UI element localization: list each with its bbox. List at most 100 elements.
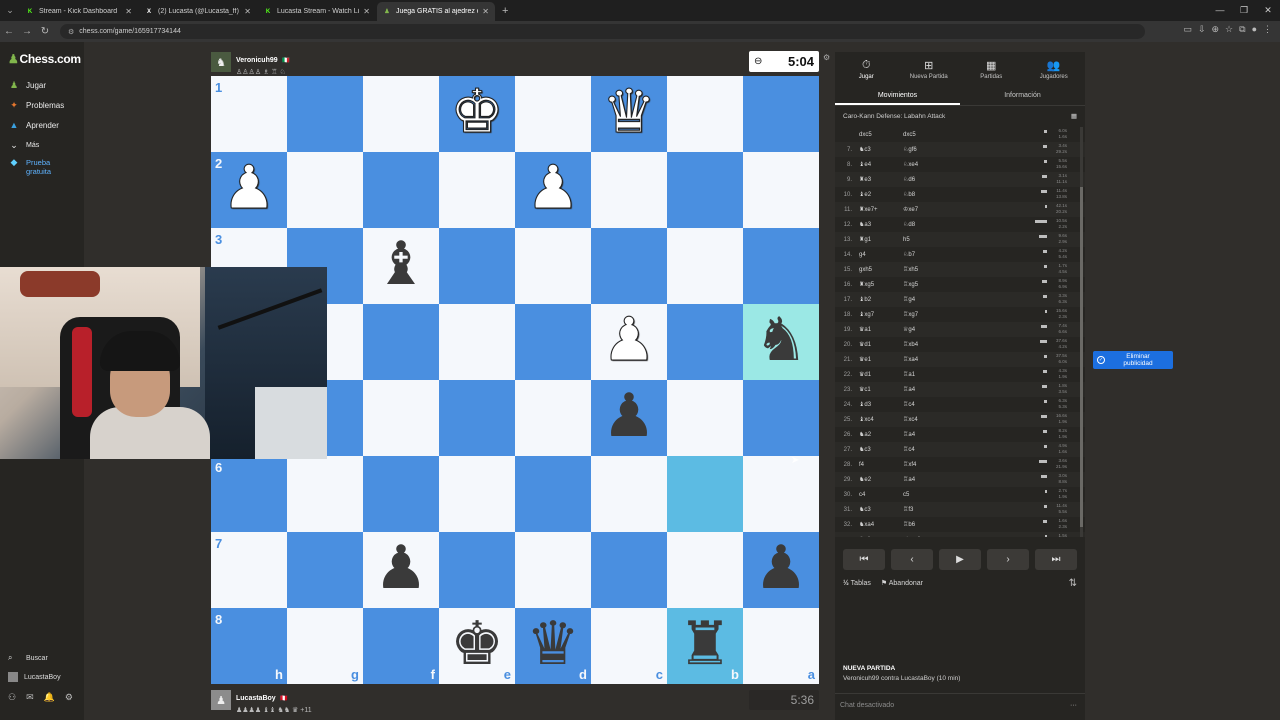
board-square[interactable] <box>515 76 591 152</box>
black-move[interactable]: ♖xg5 <box>899 281 943 288</box>
white-piece[interactable]: ♛ <box>602 82 657 143</box>
black-move[interactable]: ♖a4 <box>899 386 943 393</box>
board-square[interactable]: ♟ <box>743 532 819 608</box>
sidebar-item-aprender[interactable]: ▲ Aprender <box>8 120 59 130</box>
white-move[interactable]: ♛d1 <box>855 371 899 378</box>
board-square[interactable] <box>515 456 591 532</box>
white-move[interactable]: gxh5 <box>855 267 899 273</box>
install-icon[interactable]: ⇩ <box>1198 24 1206 35</box>
black-move[interactable]: ♖xa4 <box>899 356 943 363</box>
sidebar-item-trial[interactable]: ◆ Prueba gratuita <box>8 158 78 177</box>
board-square[interactable]: c <box>591 608 667 684</box>
resign-button[interactable]: ⚑ Abandonar <box>881 579 923 587</box>
black-move[interactable]: ♖xc4 <box>899 416 943 423</box>
board-square[interactable]: 8h <box>211 608 287 684</box>
black-move[interactable]: c5 <box>899 492 943 498</box>
board-square[interactable] <box>287 456 363 532</box>
board-square[interactable] <box>363 380 439 456</box>
white-move[interactable]: ♛e1 <box>855 356 899 363</box>
white-move[interactable]: ♜g1 <box>855 236 899 243</box>
more-options-icon[interactable]: ··· <box>1070 694 1077 718</box>
black-move[interactable]: h5 <box>899 237 943 243</box>
minimize-icon[interactable]: — <box>1208 0 1232 21</box>
black-move[interactable]: ♖b6 <box>899 521 943 528</box>
board-square[interactable]: ♟ <box>363 532 439 608</box>
black-piece[interactable]: ♟ <box>374 538 428 598</box>
black-move[interactable]: ♘d6 <box>899 176 943 183</box>
board-square[interactable] <box>363 152 439 228</box>
board-square[interactable]: ♚ <box>439 76 515 152</box>
board-square[interactable] <box>667 456 743 532</box>
close-tab-icon[interactable]: ✕ <box>363 7 370 16</box>
browser-tab[interactable]: X (2) Lucasta (@Lucasta_ff) / X ✕ <box>139 2 257 21</box>
white-piece[interactable]: ♟ <box>526 158 581 219</box>
panel-tab[interactable]: ⊞ Nueva Partida <box>898 52 961 86</box>
black-move[interactable]: ♖g4 <box>899 296 943 303</box>
flip-board-icon[interactable]: ⇅ <box>1069 578 1077 589</box>
menu-icon[interactable]: ⋮ <box>1263 24 1272 35</box>
white-move[interactable]: ♜xg5 <box>855 281 899 288</box>
sidebar-user[interactable]: LucastaBoy <box>8 672 61 682</box>
panel-tab[interactable]: ⏱ Jugar <box>835 52 898 86</box>
white-move[interactable]: ♞c3 <box>855 506 899 513</box>
black-move[interactable]: ♘d8 <box>899 221 943 228</box>
board-square[interactable] <box>743 76 819 152</box>
tab-movimientos[interactable]: Movimientos <box>835 86 960 105</box>
black-piece[interactable]: ♜ <box>678 614 732 674</box>
zoom-icon[interactable]: ⊕ <box>1212 24 1220 35</box>
bookmark-icon[interactable]: ☆ <box>1225 24 1233 35</box>
first-move-button[interactable]: ⏮ <box>843 549 885 570</box>
white-move[interactable]: ♝b2 <box>855 296 899 303</box>
white-move[interactable]: dxc5 <box>855 132 899 138</box>
board-square[interactable] <box>667 228 743 304</box>
board-square[interactable] <box>667 76 743 152</box>
profile-icon[interactable]: ● <box>1252 24 1257 35</box>
white-move[interactable]: ♞xa4 <box>855 521 899 528</box>
board-square[interactable] <box>515 532 591 608</box>
board-square[interactable]: ♛ <box>591 76 667 152</box>
black-piece[interactable]: ♝ <box>374 234 428 294</box>
panel-tab[interactable]: ▦ Partidas <box>960 52 1023 86</box>
board-square[interactable] <box>515 304 591 380</box>
board-square[interactable] <box>667 304 743 380</box>
close-tab-icon[interactable]: ✕ <box>125 7 132 16</box>
board-square[interactable]: 7 <box>211 532 287 608</box>
tab-informacion[interactable]: Información <box>960 86 1085 105</box>
board-square[interactable]: f <box>363 608 439 684</box>
board-square[interactable] <box>515 228 591 304</box>
board-square[interactable] <box>439 304 515 380</box>
black-piece[interactable]: ♛ <box>526 614 580 674</box>
url-input[interactable]: ⚙ chess.com/game/165917734144 <box>60 24 1145 39</box>
sidebar-item-problemas[interactable]: ✦ Problemas <box>8 100 64 111</box>
black-piece[interactable]: ♚ <box>450 614 504 674</box>
black-move[interactable]: ♖f3 <box>899 506 943 513</box>
black-move[interactable]: ♖c4 <box>899 446 943 453</box>
white-move[interactable]: ♛d1 <box>855 341 899 348</box>
board-square[interactable] <box>743 380 819 456</box>
close-window-icon[interactable]: ✕ <box>1256 0 1280 21</box>
board-square[interactable]: d ♛ <box>515 608 591 684</box>
move-list-scrollbar[interactable] <box>1080 127 1083 537</box>
black-move[interactable]: ♘gf6 <box>899 146 943 153</box>
board-square[interactable] <box>287 532 363 608</box>
browser-tab[interactable]: ♟Juega GRATIS al ajedrez online✕ <box>377 2 495 21</box>
sidebar-search[interactable]: ⌕ Buscar <box>8 653 48 663</box>
black-move[interactable]: ♘b7 <box>899 251 943 258</box>
white-piece[interactable]: ♚ <box>450 82 505 143</box>
white-move[interactable]: g4 <box>855 252 899 258</box>
black-move[interactable]: ♘b8 <box>899 191 943 198</box>
forward-icon[interactable]: → <box>18 26 36 37</box>
board-square[interactable] <box>439 532 515 608</box>
notifications-icon[interactable]: 🔔 <box>44 692 55 703</box>
board-square[interactable] <box>743 228 819 304</box>
black-move[interactable]: dxc5 <box>899 132 943 138</box>
offer-draw-button[interactable]: ½ Tablas <box>843 580 871 587</box>
board-square[interactable]: ♟ <box>591 380 667 456</box>
black-move[interactable]: ♖c4 <box>899 401 943 408</box>
board-square[interactable] <box>287 152 363 228</box>
white-move[interactable]: ♝xg7 <box>855 311 899 318</box>
white-move[interactable]: ♞e2 <box>855 476 899 483</box>
settings-icon[interactable]: ⚙ <box>65 692 73 703</box>
remove-ads-button[interactable]: ✓ Eliminar publicidad <box>1093 351 1173 369</box>
board-square[interactable] <box>363 456 439 532</box>
